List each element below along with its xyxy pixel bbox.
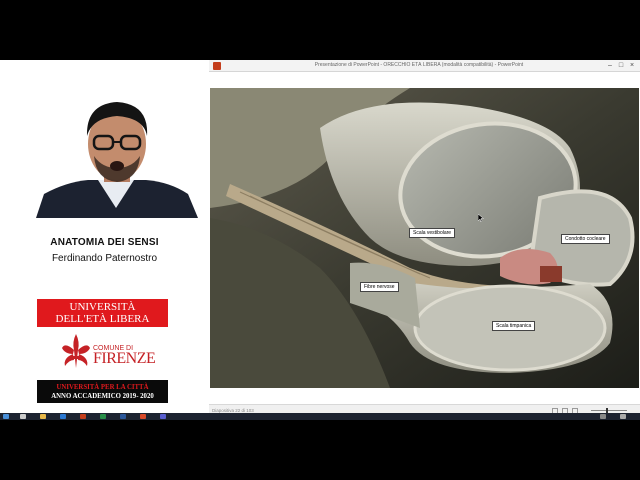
clock-icon[interactable] [620,414,626,419]
window-titlebar[interactable]: Presentazione di PowerPoint - ORECCHIO E… [209,60,640,72]
label-fibre-nervose: Fibre nervose [360,282,399,292]
chrome-icon[interactable] [140,414,146,419]
florence-lily-icon [62,334,90,368]
banner-line2: ANNO ACCADEMICO 2019- 2020 [51,393,154,400]
slide-canvas[interactable]: Scala vestibolare Condotto cocleare Fibr… [210,88,639,388]
start-icon[interactable] [3,414,9,419]
label-condotto-cocleare: Condotto cocleare [561,234,610,244]
word-icon[interactable] [120,414,126,419]
edge-icon[interactable] [60,414,66,419]
label-scala-timpanica: Scala timpanica [492,321,536,331]
universita-eta-libera-logo: UNIVERSITÀ DELL'ETÀ LIBERA [37,299,168,327]
mouse-cursor-icon [478,214,484,222]
file-explorer-icon[interactable] [40,414,46,419]
excel-icon[interactable] [100,414,106,419]
lecturer-name: Ferdinando Paternostro [51,253,158,264]
presenter-panel: ANATOMIA DEI SENSI Ferdinando Paternostr… [0,60,209,416]
powerpoint-window: Presentazione di PowerPoint - ORECCHIO E… [209,60,640,416]
zoom-slider[interactable] [591,410,627,411]
system-tray-icon[interactable] [600,414,606,419]
firenze-label: FIRENZE [93,350,156,367]
window-title: Presentazione di PowerPoint - ORECCHIO E… [314,62,524,68]
presenter-webcam-image [36,98,198,218]
universita-line1: UNIVERSITÀ [69,301,136,313]
universita-line2: DELL'ETÀ LIBERA [55,313,150,325]
label-scala-vestibolare: Scala vestibolare [409,228,456,238]
powerpoint-taskbar-icon[interactable] [80,414,86,419]
teams-icon[interactable] [160,414,166,419]
windows-taskbar [0,413,640,420]
course-title: ANATOMIA DEI SENSI [50,237,159,248]
academic-year-banner: UNIVERSITÀ PER LA CITTÀ ANNO ACCADEMICO … [37,380,168,403]
banner-line1: UNIVERSITÀ PER LA CITTÀ [56,384,149,391]
powerpoint-icon [213,62,221,70]
maximize-icon[interactable]: □ [616,61,626,71]
minimize-icon[interactable]: – [605,61,615,71]
search-icon[interactable] [20,414,26,419]
close-icon[interactable]: × [627,61,637,71]
